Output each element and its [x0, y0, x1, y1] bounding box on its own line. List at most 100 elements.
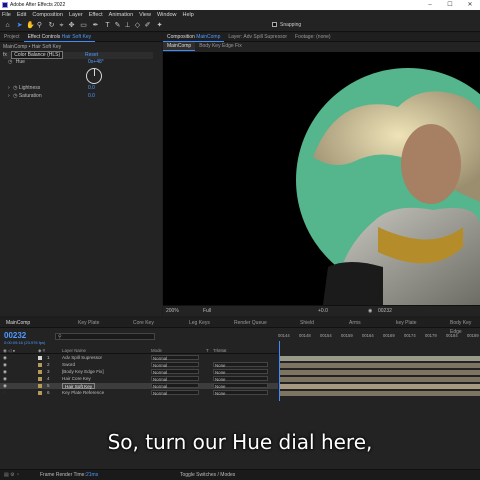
layer-row[interactable]: ◉ 1 Adv Spill Supressor Normal [0, 355, 278, 361]
tab-core-key[interactable]: Core Key [133, 319, 154, 328]
camera-icon[interactable]: ◉ [368, 308, 372, 314]
expand-arrow-icon[interactable]: › [8, 93, 10, 99]
layer-row[interactable]: ◌ 6 Key Plate Reference Normal None [0, 390, 278, 396]
tab-shield[interactable]: Shield [300, 319, 314, 328]
roto-brush-tool-icon[interactable]: ✐ [144, 22, 151, 29]
stopwatch-icon[interactable]: ◷ [13, 85, 17, 91]
composition-viewer[interactable] [163, 52, 480, 305]
viewer-timecode[interactable]: 00232 [378, 308, 392, 314]
pen-tool-icon[interactable]: ✒ [92, 22, 99, 29]
resolution-dropdown[interactable]: Full [203, 308, 211, 314]
rectangle-tool-icon[interactable]: ▭ [80, 22, 87, 29]
layer-name[interactable]: [Body Key Edge Fix] [62, 369, 104, 375]
layer-name[interactable]: Sword [62, 362, 75, 368]
timeline-search-input[interactable]: ⚲ [55, 333, 155, 340]
clone-stamp-tool-icon[interactable]: ⊥ [124, 22, 131, 29]
trkmat-dropdown[interactable]: None [213, 362, 268, 368]
layer-duration-bar[interactable] [280, 370, 480, 375]
hue-dial[interactable] [86, 68, 102, 84]
reset-link[interactable]: Reset [85, 52, 98, 59]
saturation-value[interactable]: 0.0 [88, 93, 95, 100]
tab-layer[interactable]: Layer: Adv Spill Supressor [224, 33, 291, 42]
layer-name[interactable]: Hair Soft Key [62, 383, 96, 389]
menu-composition[interactable]: Composition [32, 12, 63, 18]
close-button[interactable]: ✕ [460, 0, 480, 10]
tab-leg-keys[interactable]: Leg Keys [189, 319, 210, 328]
mode-dropdown[interactable]: Normal [151, 383, 199, 389]
tab-key-plate-2[interactable]: key Plate [396, 319, 417, 328]
tab-effect-controls[interactable]: Effect Controls Hair Soft Key [23, 33, 96, 42]
tab-project[interactable]: Project [0, 33, 24, 42]
camera-tool-icon[interactable]: ⌖ [58, 22, 65, 29]
visibility-icon[interactable]: ◉ [3, 369, 7, 375]
status-icons[interactable]: ▤ ⚙ ◔ [4, 472, 19, 478]
toggle-switches-modes[interactable]: Toggle Switches / Modes [180, 472, 235, 478]
minimize-button[interactable]: – [420, 0, 440, 10]
zoom-dropdown[interactable]: 200% [166, 308, 179, 314]
visibility-icon[interactable]: ◉ [3, 355, 7, 361]
stopwatch-icon[interactable]: ◷ [8, 59, 12, 65]
trkmat-dropdown[interactable]: None [213, 390, 268, 396]
layer-duration-bar[interactable] [280, 384, 480, 389]
tab-key-plate[interactable]: Key Plate [78, 319, 99, 328]
menu-file[interactable]: File [2, 12, 11, 18]
menu-effect[interactable]: Effect [89, 12, 103, 18]
type-tool-icon[interactable]: T [104, 22, 111, 29]
visibility-icon[interactable]: ◉ [3, 383, 7, 389]
menu-layer[interactable]: Layer [69, 12, 83, 18]
label-color-swatch[interactable] [38, 363, 42, 367]
mode-dropdown[interactable]: Normal [151, 355, 199, 361]
col-trkmat[interactable]: TrkMat [213, 348, 227, 353]
col-t[interactable]: T [206, 348, 209, 353]
mode-dropdown[interactable]: Normal [151, 390, 199, 396]
brush-tool-icon[interactable]: ✎ [114, 22, 121, 29]
tab-arms[interactable]: Arms [349, 319, 361, 328]
layer-duration-bar[interactable] [280, 391, 480, 396]
layer-row[interactable]: ◉ 4 Hair Core Key Normal None [0, 376, 278, 382]
zoom-tool-icon[interactable]: ⚲ [36, 22, 43, 29]
trkmat-dropdown[interactable]: None [213, 376, 268, 382]
subtab-body-key-edge-fix[interactable]: Body Key Edge Fix [195, 42, 246, 51]
menu-view[interactable]: View [139, 12, 151, 18]
menu-edit[interactable]: Edit [17, 12, 26, 18]
layer-row-selected[interactable]: ◉ 5 Hair Soft Key Normal None [0, 383, 278, 389]
label-color-swatch[interactable] [38, 356, 42, 360]
fx-label[interactable]: fx [3, 52, 7, 58]
layer-name[interactable]: Key Plate Reference [62, 390, 104, 396]
snapping-checkbox[interactable] [272, 22, 277, 27]
layer-duration-bar[interactable] [280, 363, 480, 368]
col-mode[interactable]: Mode [151, 348, 162, 353]
eraser-tool-icon[interactable]: ◇ [134, 22, 141, 29]
label-color-swatch[interactable] [38, 384, 42, 388]
puppet-tool-icon[interactable]: ✦ [156, 22, 163, 29]
subtab-maincomp[interactable]: MainComp [163, 42, 196, 51]
trkmat-dropdown[interactable]: None [213, 369, 268, 375]
visibility-icon[interactable]: ◉ [3, 376, 7, 382]
effect-name[interactable]: Color Balance (HLS) [11, 51, 64, 59]
label-color-swatch[interactable] [38, 377, 42, 381]
visibility-icon[interactable]: ◉ [3, 362, 7, 368]
tab-render-queue[interactable]: Render Queue [234, 319, 267, 328]
layer-duration-bar[interactable] [280, 377, 480, 382]
menu-window[interactable]: Window [157, 12, 177, 18]
layer-duration-bar[interactable] [280, 356, 480, 361]
mode-dropdown[interactable]: Normal [151, 369, 199, 375]
label-color-swatch[interactable] [38, 391, 42, 395]
exposure-value[interactable]: +0.0 [318, 308, 328, 314]
time-ruler[interactable]: 00144 00148 00154 00159 00164 00169 0017… [278, 333, 480, 341]
tab-maincomp[interactable]: MainComp [6, 319, 30, 328]
expand-arrow-icon[interactable]: › [8, 85, 10, 91]
visibility-icon[interactable]: ◌ [3, 390, 6, 396]
menu-animation[interactable]: Animation [109, 12, 133, 18]
mode-dropdown[interactable]: Normal [151, 362, 199, 368]
trkmat-dropdown[interactable]: None [213, 383, 268, 389]
label-color-swatch[interactable] [38, 370, 42, 374]
layer-row[interactable]: ◉ 2 Sword Normal None [0, 362, 278, 368]
home-icon[interactable]: ⌂ [4, 22, 11, 29]
layer-name[interactable]: Adv Spill Supressor [62, 355, 102, 361]
timeline-timecode[interactable]: 00232 [4, 331, 26, 340]
pan-behind-tool-icon[interactable]: ✥ [68, 22, 75, 29]
tab-footage[interactable]: Footage: (none) [291, 33, 335, 42]
maximize-button[interactable]: ☐ [440, 0, 460, 10]
mode-dropdown[interactable]: Normal [151, 376, 199, 382]
